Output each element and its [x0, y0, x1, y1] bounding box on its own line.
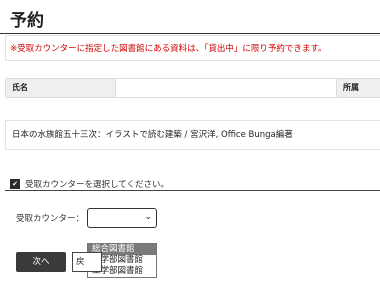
instruction-text: 受取カウンターを選択してください。: [25, 180, 169, 190]
affiliation-label: 所属: [337, 79, 380, 97]
instruction-divider: [5, 190, 380, 191]
book-title: 日本の水族館五十三次：イラストで読む建築 / 宮沢洋, Office Bunga…: [5, 120, 380, 150]
name-label: 氏名: [6, 79, 116, 97]
user-info-table: 氏名 所属: [5, 78, 380, 98]
counter-select[interactable]: ⌄: [87, 208, 157, 228]
page-title: 予約: [10, 11, 44, 31]
back-button[interactable]: 戻: [72, 252, 102, 272]
title-divider: [0, 33, 380, 34]
notice-message: ※受取カウンターに指定した図書館にある資料は、「貸出中」に限り予約できます。: [5, 35, 380, 61]
chevron-down-icon: ⌄: [144, 212, 152, 222]
next-button[interactable]: 次へ: [16, 252, 66, 272]
instruction-row: ✔ 受取カウンターを選択してください。: [10, 178, 169, 190]
checkmark-icon: ✔: [10, 179, 20, 189]
counter-label: 受取カウンター：: [16, 214, 85, 224]
name-value: [116, 79, 337, 97]
